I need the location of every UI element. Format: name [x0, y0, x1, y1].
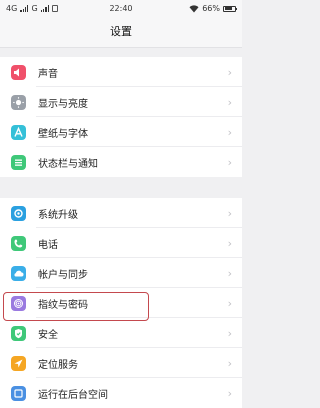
chevron-right-icon: › — [227, 206, 232, 220]
update-icon — [11, 205, 26, 221]
settings-item-label: 系统升级 — [38, 209, 78, 221]
settings-item-label: 运行在后台空间 — [38, 389, 108, 401]
settings-item-phone[interactable]: 电话 › — [0, 228, 242, 258]
speaker-icon — [11, 64, 26, 80]
settings-item-label: 显示与亮度 — [38, 98, 88, 110]
settings-item-label: 安全 — [38, 329, 58, 341]
brightness-icon — [11, 94, 26, 110]
status-time: 22:40 — [109, 4, 133, 13]
settings-item-label: 定位服务 — [38, 359, 78, 371]
chevron-right-icon: › — [227, 95, 232, 109]
settings-item-notification-list[interactable]: 状态栏与通知 › — [0, 147, 242, 177]
settings-group-display: 声音 › 显示与亮度 › 壁纸与字体 › 状态栏与通知 › — [0, 57, 242, 177]
notification-list-icon — [11, 154, 26, 170]
status-bar: 4G G 22:40 66% — [0, 0, 242, 17]
phone-icon — [11, 235, 26, 251]
settings-item-shield[interactable]: 安全 › — [0, 318, 242, 348]
location-icon — [11, 355, 26, 371]
settings-item-brightness[interactable]: 显示与亮度 › — [0, 87, 242, 117]
chevron-right-icon: › — [227, 155, 232, 169]
settings-item-cloud-sync[interactable]: 帐户与同步 › — [0, 258, 242, 288]
settings-item-update[interactable]: 系统升级 › — [0, 198, 242, 228]
settings-item-label: 声音 — [38, 68, 58, 80]
highlight-box — [3, 292, 149, 321]
settings-item-background-space[interactable]: 运行在后台空间 › — [0, 378, 242, 408]
shield-icon — [11, 325, 26, 341]
settings-item-speaker[interactable]: 声音 › — [0, 57, 242, 87]
chevron-right-icon: › — [227, 326, 232, 340]
settings-item-font[interactable]: 壁纸与字体 › — [0, 117, 242, 147]
background-space-icon — [11, 385, 26, 401]
chevron-right-icon: › — [227, 296, 232, 310]
cloud-sync-icon — [11, 265, 26, 281]
chevron-right-icon: › — [227, 65, 232, 79]
settings-item-label: 状态栏与通知 — [38, 158, 98, 170]
settings-item-label: 电话 — [38, 239, 58, 251]
chevron-right-icon: › — [227, 356, 232, 370]
settings-item-label: 壁纸与字体 — [38, 128, 88, 140]
chevron-right-icon: › — [227, 236, 232, 250]
page-title: 设置 — [0, 17, 242, 48]
chevron-right-icon: › — [227, 266, 232, 280]
battery-icon — [223, 5, 237, 12]
chevron-right-icon: › — [227, 386, 232, 400]
settings-item-label: 帐户与同步 — [38, 269, 88, 281]
chevron-right-icon: › — [227, 125, 232, 139]
settings-item-location[interactable]: 定位服务 › — [0, 348, 242, 378]
font-icon — [11, 124, 26, 140]
